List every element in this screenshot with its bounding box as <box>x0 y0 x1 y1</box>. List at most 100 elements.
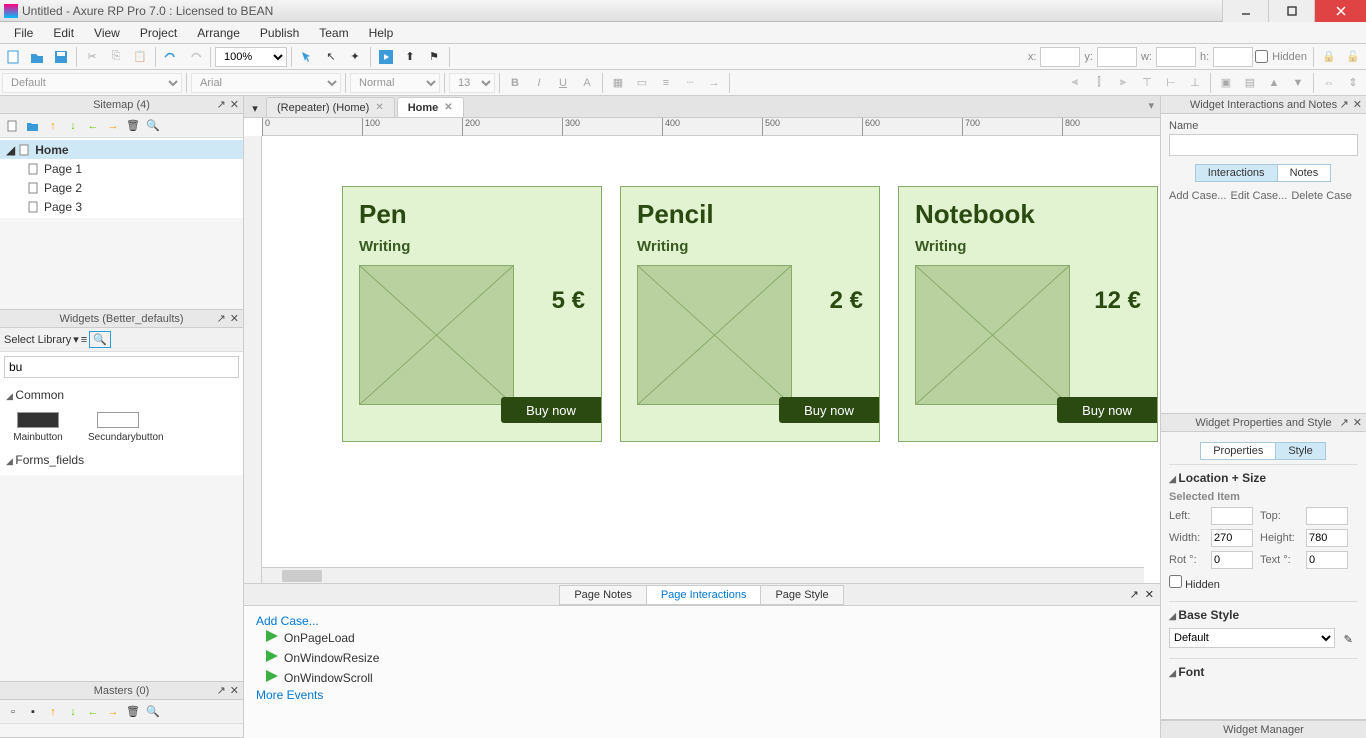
tab-home[interactable]: Home✕ <box>397 97 464 117</box>
dropdown-icon[interactable]: ▾ <box>73 333 79 346</box>
line-style-icon[interactable]: ┈ <box>679 72 701 94</box>
preview-icon[interactable] <box>375 46 397 68</box>
unlock-icon[interactable]: 🔓 <box>1342 46 1364 68</box>
fill-icon[interactable]: ▦ <box>607 72 629 94</box>
master-search-icon[interactable]: 🔍 <box>144 703 162 721</box>
menu-file[interactable]: File <box>4 23 43 43</box>
base-style-select[interactable]: Default <box>1169 628 1335 648</box>
back-icon[interactable]: ▼ <box>1287 72 1309 94</box>
paste-icon[interactable]: 📋 <box>129 46 151 68</box>
event-onwindowscroll[interactable]: OnWindowScroll <box>256 668 1148 688</box>
add-page-icon[interactable] <box>4 117 22 135</box>
font-color-icon[interactable]: A <box>576 72 598 94</box>
weight-select[interactable]: Normal <box>350 73 440 93</box>
pages-dropdown-icon[interactable]: ▾ <box>246 99 264 117</box>
close-panel-icon[interactable]: ✕ <box>230 684 239 697</box>
width-input[interactable] <box>1211 529 1253 547</box>
top-input[interactable] <box>1306 507 1348 525</box>
publish-icon[interactable]: ⚑ <box>423 46 445 68</box>
buy-now-button[interactable]: Buy now <box>501 397 601 423</box>
list-view-icon[interactable]: ≡ <box>81 334 87 346</box>
widget-manager-footer[interactable]: Widget Manager <box>1161 720 1366 738</box>
align-bottom-icon[interactable]: ⊥ <box>1184 72 1206 94</box>
rot-input[interactable] <box>1211 551 1253 569</box>
connect-mode-icon[interactable]: ↖ <box>320 46 342 68</box>
dist-v-icon[interactable]: ⇕ <box>1342 72 1364 94</box>
close-panel-icon[interactable]: ✕ <box>1353 416 1362 429</box>
tree-page1[interactable]: Page 1 <box>0 159 243 178</box>
indent-icon[interactable]: → <box>104 117 122 135</box>
event-onpageload[interactable]: OnPageLoad <box>256 628 1148 648</box>
tab-style[interactable]: Style <box>1275 442 1325 460</box>
close-button[interactable] <box>1314 0 1366 22</box>
search-widgets-icon[interactable]: 🔍 <box>89 331 111 348</box>
add-master-folder-icon[interactable]: ▪ <box>24 703 42 721</box>
delete-page-icon[interactable]: 🗑 <box>124 117 142 135</box>
close-panel-icon[interactable]: ✕ <box>1353 98 1362 111</box>
font-select[interactable]: Arial <box>191 73 341 93</box>
product-card[interactable]: Pen Writing 5 € Buy now <box>342 186 602 442</box>
cat-forms[interactable]: Forms_fields <box>4 449 239 471</box>
redo-icon[interactable] <box>184 46 206 68</box>
tree-home[interactable]: ◢ Home <box>0 140 243 159</box>
zoom-select[interactable]: 100% <box>215 47 287 67</box>
product-card[interactable]: Notebook Writing 12 € Buy now <box>898 186 1158 442</box>
tab-page-style[interactable]: Page Style <box>760 585 843 605</box>
new-file-icon[interactable] <box>2 46 24 68</box>
buy-now-button[interactable]: Buy now <box>1057 397 1157 423</box>
widget-search-input[interactable] <box>4 356 239 378</box>
close-tab-icon[interactable]: ✕ <box>444 102 452 113</box>
tab-menu-icon[interactable]: ▾ <box>1148 99 1154 112</box>
collapse-icon[interactable]: ◢ <box>6 143 15 157</box>
align-middle-icon[interactable]: ⊢ <box>1160 72 1182 94</box>
menu-help[interactable]: Help <box>359 23 404 43</box>
align-left-icon[interactable]: ⫷ <box>1064 72 1086 94</box>
close-panel-icon[interactable]: ✕ <box>1145 588 1154 601</box>
add-case-link[interactable]: Add Case... <box>256 614 319 628</box>
cut-icon[interactable]: ✂ <box>81 46 103 68</box>
tab-repeater[interactable]: (Repeater) (Home)✕ <box>266 97 395 117</box>
height-input[interactable] <box>1306 529 1348 547</box>
point-mode-icon[interactable]: ✦ <box>344 46 366 68</box>
select-mode-icon[interactable] <box>296 46 318 68</box>
canvas[interactable]: 0 100 200 300 400 500 600 700 800 Pen Wr… <box>244 118 1160 583</box>
menu-team[interactable]: Team <box>309 23 358 43</box>
size-select[interactable]: 13 <box>449 73 495 93</box>
line-weight-icon[interactable]: ≡ <box>655 72 677 94</box>
cat-common[interactable]: Common <box>4 384 239 406</box>
menu-view[interactable]: View <box>84 23 130 43</box>
popout-icon[interactable]: ↗ <box>1340 98 1349 111</box>
undo-icon[interactable] <box>160 46 182 68</box>
align-right-icon[interactable]: ⫸ <box>1112 72 1134 94</box>
widget-name-input[interactable] <box>1169 134 1358 156</box>
popout-icon[interactable]: ↗ <box>1130 588 1139 601</box>
edit-style-icon[interactable]: ✎ <box>1339 628 1358 650</box>
italic-icon[interactable]: I <box>528 72 550 94</box>
delete-case-link[interactable]: Delete Case <box>1291 190 1352 202</box>
outdent-icon[interactable]: ← <box>84 117 102 135</box>
ungroup-icon[interactable]: ▤ <box>1239 72 1261 94</box>
share-icon[interactable]: ⬆ <box>399 46 421 68</box>
minimize-button[interactable] <box>1222 0 1268 22</box>
add-master-icon[interactable]: ▫ <box>4 703 22 721</box>
lock-icon[interactable]: 🔒 <box>1318 46 1340 68</box>
move-up-icon[interactable]: ↑ <box>44 117 62 135</box>
style-select[interactable]: Default <box>2 73 182 93</box>
menu-project[interactable]: Project <box>130 23 187 43</box>
left-input[interactable] <box>1211 507 1253 525</box>
menu-publish[interactable]: Publish <box>250 23 309 43</box>
tab-interactions[interactable]: Interactions <box>1195 164 1278 182</box>
w-input[interactable] <box>1156 47 1196 67</box>
tab-properties[interactable]: Properties <box>1200 442 1276 460</box>
buy-now-button[interactable]: Buy now <box>779 397 879 423</box>
master-right-icon[interactable]: → <box>104 703 122 721</box>
product-card[interactable]: Pencil Writing 2 € Buy now <box>620 186 880 442</box>
y-input[interactable] <box>1097 47 1137 67</box>
popout-icon[interactable]: ↗ <box>217 98 226 111</box>
popout-icon[interactable]: ↗ <box>217 312 226 325</box>
open-file-icon[interactable] <box>26 46 48 68</box>
move-down-icon[interactable]: ↓ <box>64 117 82 135</box>
tab-page-interactions[interactable]: Page Interactions <box>646 585 762 605</box>
arrow-icon[interactable]: → <box>703 72 725 94</box>
search-sitemap-icon[interactable]: 🔍 <box>144 117 162 135</box>
